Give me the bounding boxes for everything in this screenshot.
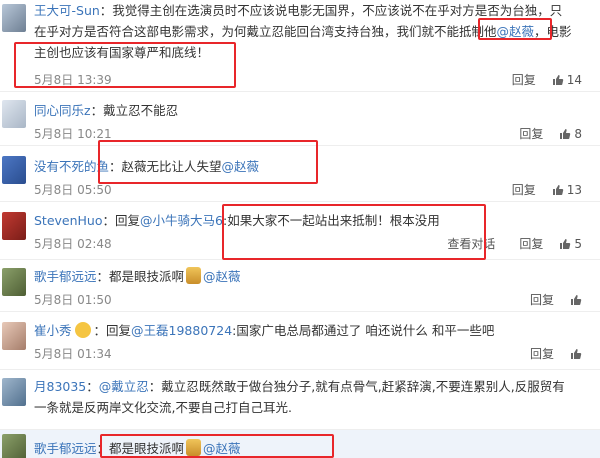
comment-body: 月83035：@戴立忍：戴立忍既然敢于做台独分子,就有点骨气,赶紧辞演,不要连累…: [34, 376, 572, 418]
like-count: 14: [566, 72, 582, 87]
mention-link[interactable]: @王磊19880724: [131, 323, 232, 338]
reply-button[interactable]: 回复: [512, 71, 536, 88]
comment-item: 没有不死的鱼：赵薇无比让人失望@赵薇 5月8日 05:50 回复 13: [0, 146, 600, 202]
comment-text: ：: [86, 379, 99, 394]
comment-actions: 回复: [530, 345, 582, 362]
mention-link[interactable]: @小牛骑大马6: [140, 213, 223, 228]
comment-item: 同心同乐z：戴立忍不能忍 5月8日 10:21 回复 8: [0, 92, 600, 146]
user-avatar[interactable]: [2, 156, 26, 184]
user-avatar[interactable]: [2, 100, 26, 128]
mention-link[interactable]: @赵薇: [497, 24, 535, 39]
comment-username[interactable]: 没有不死的鱼: [34, 159, 109, 174]
comment-text: ：回复: [102, 213, 141, 228]
thumbs-up-icon: [560, 238, 571, 249]
comment-time: 5月8日 01:34: [34, 347, 112, 361]
like-button[interactable]: [570, 294, 582, 306]
emoji-icon: [186, 439, 202, 456]
comment-actions: 回复 14: [512, 71, 582, 88]
comment-body: 没有不死的鱼：赵薇无比让人失望@赵薇: [34, 156, 572, 177]
like-count: 5: [574, 236, 582, 251]
like-button[interactable]: 5: [559, 237, 582, 251]
comment-actions: 回复: [530, 291, 582, 308]
comment-feed: 王大可-Sun：我觉得主创在选演员时不应该说电影无国界，不应该说不在乎对方是否为…: [0, 0, 600, 458]
user-avatar[interactable]: [2, 378, 26, 406]
thumbs-up-icon: [552, 184, 563, 195]
comment-text: ：都是眼技派啊: [96, 441, 185, 456]
user-avatar[interactable]: [2, 212, 26, 240]
comment-actions: 查看对话 回复 5: [447, 235, 582, 252]
comment-username[interactable]: 歌手郁远远: [34, 441, 97, 456]
like-count: 8: [574, 126, 582, 141]
comment-body: 同心同乐z：戴立忍不能忍: [34, 100, 572, 121]
comment-username[interactable]: 王大可-Sun: [34, 3, 100, 18]
reply-button[interactable]: 回复: [530, 345, 554, 362]
like-button[interactable]: 14: [552, 73, 582, 87]
like-count: 13: [566, 182, 582, 197]
thumbs-up-icon: [552, 74, 563, 85]
reply-button[interactable]: 回复: [512, 181, 536, 198]
comment-text: :如果大家不一起站出来抵制！根本没用: [222, 213, 440, 228]
mention-link[interactable]: @赵薇: [203, 441, 241, 456]
comment-username[interactable]: 崔小秀: [34, 323, 72, 338]
comment-username[interactable]: 同心同乐z: [34, 103, 91, 118]
comment-actions: 回复 8: [519, 125, 582, 142]
mention-link[interactable]: @赵薇: [222, 159, 260, 174]
smile-emoji-icon: [74, 322, 91, 338]
comment-body: 歌手郁远远：都是眼技派啊 @赵薇: [34, 266, 572, 287]
view-conversation-link[interactable]: 查看对话: [447, 235, 495, 252]
comment-body: 崔小秀 ：回复@王磊19880724:国家广电总局都通过了 咱还说什么 和平一些吧: [34, 320, 572, 341]
thumbs-up-icon: [571, 348, 582, 359]
comment-text: ：赵薇无比让人失望: [109, 159, 222, 174]
like-button[interactable]: 13: [552, 183, 582, 197]
comment-item: 月83035：@戴立忍：戴立忍既然敢于做台独分子,就有点骨气,赶紧辞演,不要连累…: [0, 370, 600, 430]
mention-link[interactable]: @赵薇: [203, 269, 241, 284]
comment-time: 5月8日 02:48: [34, 237, 112, 251]
thumbs-up-icon: [560, 128, 571, 139]
comment-username[interactable]: 月83035: [34, 379, 86, 394]
reply-button[interactable]: 回复: [519, 125, 543, 142]
comment-item: 歌手郁远远：都是眼技派啊 @赵薇 5月8日 01:50 回复: [0, 260, 600, 312]
reply-button[interactable]: 回复: [519, 235, 543, 252]
user-avatar[interactable]: [2, 434, 26, 458]
user-avatar[interactable]: [2, 268, 26, 296]
comment-username[interactable]: StevenHuo: [34, 213, 103, 228]
comment-item: 王大可-Sun：我觉得主创在选演员时不应该说电影无国界，不应该说不在乎对方是否为…: [0, 0, 600, 92]
comment-body: 歌手郁远远：都是眼技派啊 @赵薇: [34, 438, 572, 458]
thumbs-up-icon: [571, 294, 582, 305]
comment-username[interactable]: 歌手郁远远: [34, 269, 97, 284]
comment-time: 5月8日 05:50: [34, 183, 112, 197]
comment-item: 歌手郁远远：都是眼技派啊 @赵薇: [0, 430, 600, 458]
mention-link[interactable]: @戴立忍: [99, 379, 149, 394]
comment-time: 5月8日 10:21: [34, 127, 112, 141]
like-button[interactable]: [570, 348, 582, 360]
user-avatar[interactable]: [2, 322, 26, 350]
like-button[interactable]: 8: [559, 127, 582, 141]
comment-text: ：都是眼技派啊: [96, 269, 185, 284]
comment-text: ：回复: [93, 323, 132, 338]
comment-item: 崔小秀 ：回复@王磊19880724:国家广电总局都通过了 咱还说什么 和平一些吧…: [0, 312, 600, 370]
comment-text: :国家广电总局都通过了 咱还说什么 和平一些吧: [232, 323, 495, 338]
emoji-icon: [186, 267, 202, 284]
comment-item: StevenHuo：回复@小牛骑大马6:如果大家不一起站出来抵制！根本没用 5月…: [0, 202, 600, 260]
comment-body: 王大可-Sun：我觉得主创在选演员时不应该说电影无国界，不应该说不在乎对方是否为…: [34, 0, 572, 63]
comment-actions: 回复 13: [512, 181, 582, 198]
comment-text: ：我觉得主创在选演员时不应该说电影无国界，不应该说不在乎对方是否为台独，只在乎对…: [34, 3, 563, 39]
reply-button[interactable]: 回复: [530, 291, 554, 308]
comment-body: StevenHuo：回复@小牛骑大马6:如果大家不一起站出来抵制！根本没用: [34, 210, 572, 231]
comment-text: ：戴立忍不能忍: [90, 103, 179, 118]
user-avatar[interactable]: [2, 4, 26, 32]
comment-time: 5月8日 01:50: [34, 293, 112, 307]
comment-time: 5月8日 13:39: [34, 73, 112, 87]
